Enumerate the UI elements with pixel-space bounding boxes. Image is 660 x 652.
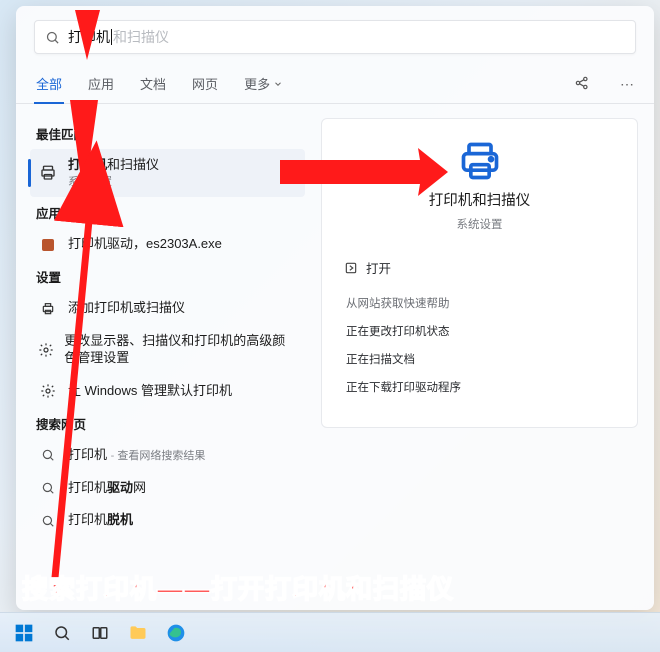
filter-tabs: 全部 应用 文档 网页 更多 ⋯ <box>16 62 654 104</box>
search-window: 打印机和扫描仪 全部 应用 文档 网页 更多 ⋯ 最佳匹配 <box>16 6 654 610</box>
result-web-printer[interactable]: 打印机 - 查看网络搜索结果 <box>30 439 305 472</box>
help-link-driver[interactable]: 正在下载打印驱动程序 <box>340 373 619 401</box>
share-button[interactable] <box>568 69 596 100</box>
search-icon <box>38 448 58 462</box>
tab-more[interactable]: 更多 <box>242 66 285 103</box>
result-default-printer[interactable]: 让 Windows 管理默认打印机 <box>30 375 305 408</box>
search-suggestion-ghost: 和扫描仪 <box>113 27 169 47</box>
search-icon <box>38 481 58 495</box>
open-button[interactable]: 打开 <box>340 250 619 285</box>
share-icon <box>574 75 590 91</box>
app-icon <box>38 237 58 253</box>
settings-icon <box>38 342 54 358</box>
tab-web[interactable]: 网页 <box>190 66 220 103</box>
search-typed-text: 打印机 <box>68 27 110 47</box>
details-panel: 打印机和扫描仪 系统设置 打开 从网站获取快速帮助 正在更改打印机状态 正在扫描… <box>321 118 638 428</box>
edge-icon <box>166 623 186 643</box>
taskbar <box>0 612 660 652</box>
taskbar-explorer[interactable] <box>124 619 152 647</box>
taskbar-edge[interactable] <box>162 619 190 647</box>
text-cursor <box>111 29 112 45</box>
section-web: 搜索网页 <box>36 414 301 433</box>
result-app-driver-exe[interactable]: 打印机驱动，es2303A.exe <box>30 228 305 261</box>
chevron-down-icon <box>273 79 283 89</box>
results-column: 最佳匹配 打印机和扫描仪 系统设置 应用 打印机驱动，es2303A.exe <box>16 104 311 610</box>
search-icon <box>45 30 60 45</box>
taskbar-task-view[interactable] <box>86 619 114 647</box>
result-web-offline[interactable]: 打印机脱机 <box>30 504 305 537</box>
section-settings: 设置 <box>36 267 301 286</box>
search-icon <box>38 514 58 528</box>
ellipsis-button[interactable]: ⋯ <box>618 76 636 93</box>
tab-documents[interactable]: 文档 <box>138 66 168 103</box>
panel-subtitle: 系统设置 <box>457 216 503 232</box>
printer-add-icon <box>38 301 58 317</box>
result-add-printer[interactable]: 添加打印机或扫描仪 <box>30 292 305 325</box>
task-view-icon <box>91 624 109 642</box>
search-input[interactable]: 打印机和扫描仪 <box>34 20 636 54</box>
search-icon <box>53 624 71 642</box>
windows-logo-icon <box>14 623 34 643</box>
help-header: 从网站获取快速帮助 <box>346 295 613 311</box>
tab-all[interactable]: 全部 <box>34 66 64 103</box>
panel-title: 打印机和扫描仪 <box>429 189 531 210</box>
settings-icon <box>38 383 58 399</box>
result-printers-scanners[interactable]: 打印机和扫描仪 系统设置 <box>30 149 305 197</box>
help-link-scan[interactable]: 正在扫描文档 <box>340 345 619 373</box>
printer-large-icon <box>458 139 502 183</box>
tab-apps[interactable]: 应用 <box>86 66 116 103</box>
help-link-status[interactable]: 正在更改打印机状态 <box>340 317 619 345</box>
open-icon <box>344 261 358 275</box>
section-best-match: 最佳匹配 <box>36 124 301 143</box>
result-color-management[interactable]: 更改显示器、扫描仪和打印机的高级颜色管理设置 <box>30 325 305 375</box>
taskbar-search[interactable] <box>48 619 76 647</box>
details-column: 打印机和扫描仪 系统设置 打开 从网站获取快速帮助 正在更改打印机状态 正在扫描… <box>311 104 654 610</box>
result-web-driver-site[interactable]: 打印机驱动网 <box>30 472 305 505</box>
start-button[interactable] <box>10 619 38 647</box>
search-row: 打印机和扫描仪 <box>16 6 654 62</box>
printer-icon <box>38 164 58 182</box>
folder-icon <box>128 623 148 643</box>
section-apps: 应用 <box>36 203 301 222</box>
